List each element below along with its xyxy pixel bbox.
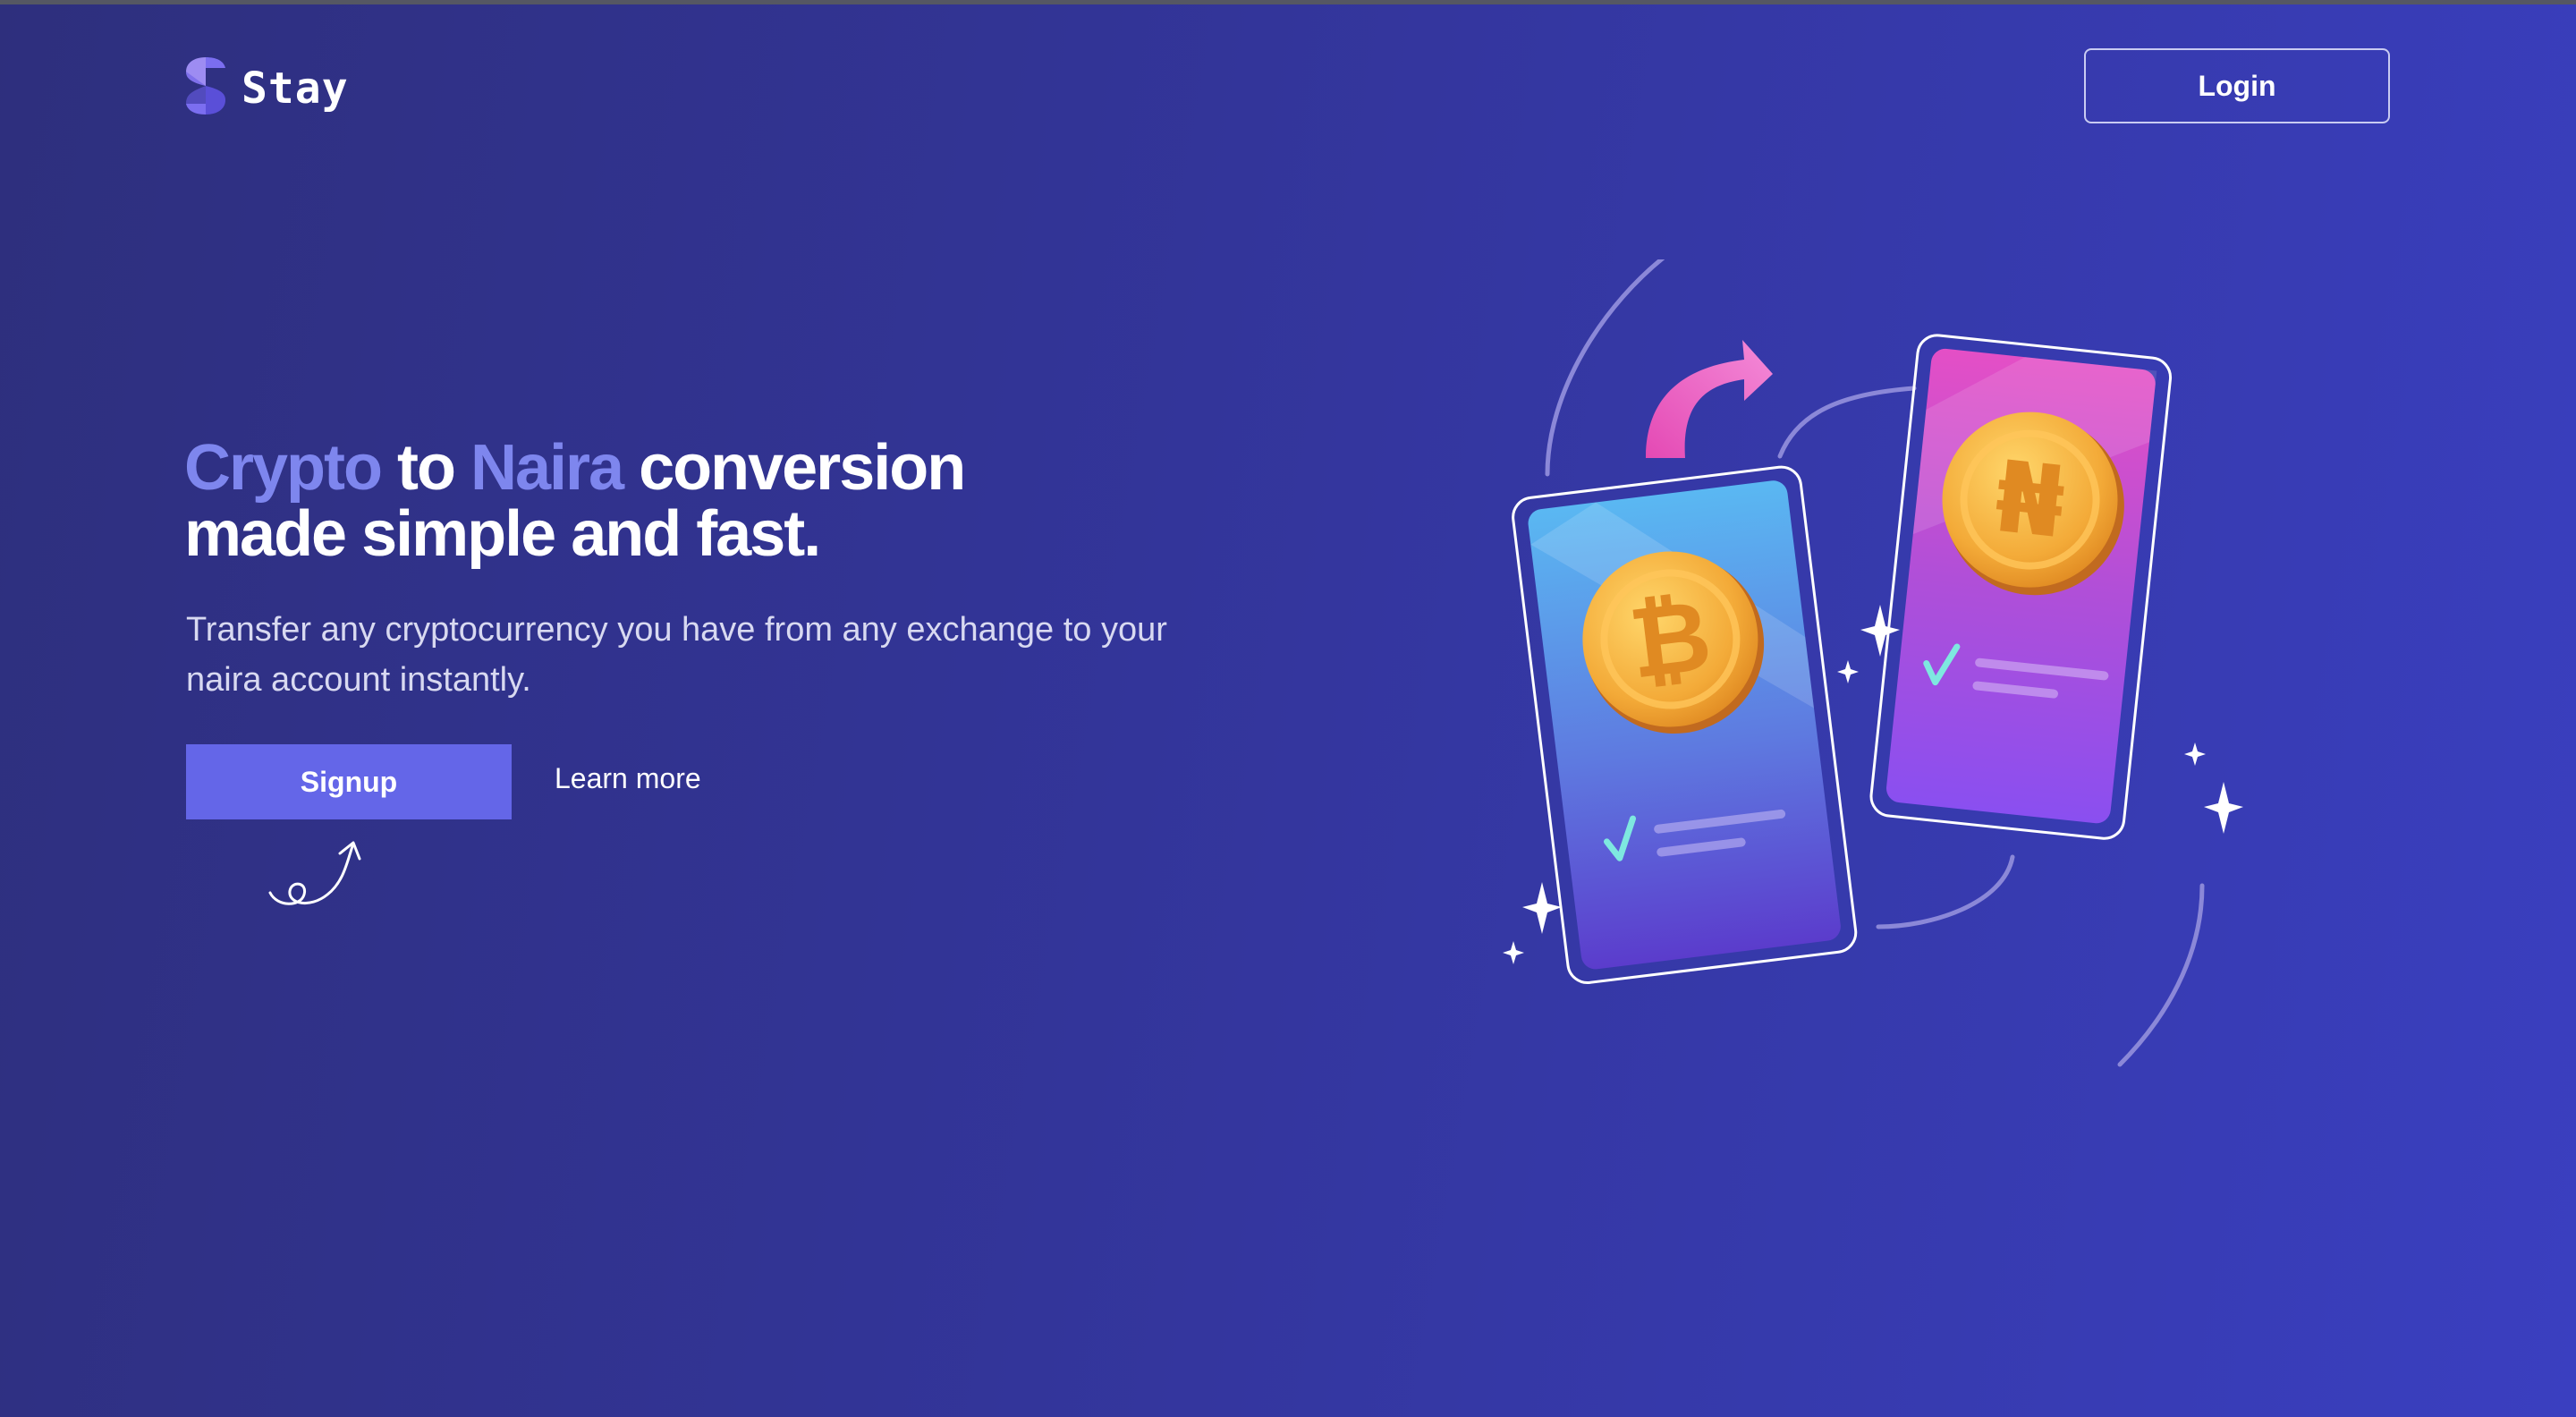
hero-subtitle-line-1: Transfer any cryptocurrency you have fro… [186, 611, 1167, 649]
learn-more-link[interactable]: Learn more [555, 762, 701, 795]
stay-logo-icon [184, 55, 227, 121]
hero-title: Crypto to Naira conversion made simple a… [184, 435, 1347, 567]
squiggle-arrow-icon [268, 841, 361, 905]
svg-text:₿: ₿ [1623, 578, 1717, 701]
naira-phone: ₦ [1869, 334, 2173, 840]
brand-logo[interactable]: Stay [184, 55, 349, 121]
hero-subtitle-line-2: naira account instantly. [186, 661, 531, 699]
signup-button[interactable]: Signup [186, 744, 512, 819]
crypto-exchange-illustration: ₿ ₦ [1503, 259, 2243, 1067]
exchange-arrow-icon [1646, 340, 1773, 458]
deco-arc-middle [1777, 386, 1917, 459]
hero-title-line-2: made simple and fast. [184, 498, 821, 570]
bitcoin-phone: ₿ [1512, 465, 1858, 985]
login-button[interactable]: Login [2084, 48, 2390, 123]
svg-text:₦: ₦ [1990, 439, 2071, 560]
deco-arc-bottom-middle [1876, 854, 2015, 929]
deco-arc-bottom-right [2117, 883, 2205, 1067]
window-top-border [0, 0, 2576, 4]
hero-title-to: to [381, 432, 470, 504]
hero-title-conversion: conversion [623, 432, 966, 504]
hero-subtitle: Transfer any cryptocurrency you have fro… [186, 605, 1349, 705]
hero-title-naira: Naira [470, 432, 624, 504]
hero-title-crypto: Crypto [184, 432, 383, 504]
brand-name: Stay [242, 63, 349, 114]
